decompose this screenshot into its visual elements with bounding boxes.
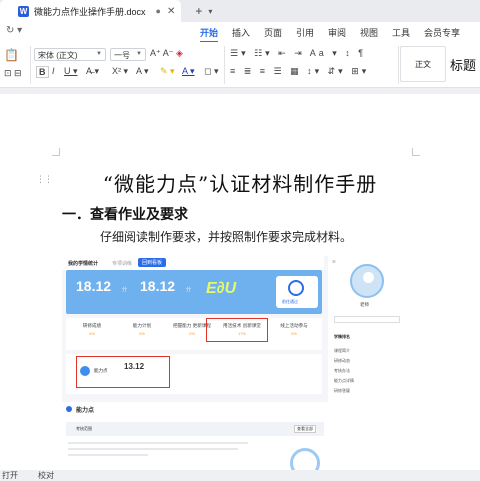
style-heading-label: 标题 (450, 58, 477, 74)
stat-value: 0% (291, 331, 297, 336)
banner-side-label: 前往通过 (282, 299, 298, 304)
new-tab-plus-icon[interactable]: + (195, 4, 202, 18)
sidebar-item: 课程简介 (334, 348, 350, 353)
stat-item: 研修成绩 0% (68, 323, 116, 336)
style-heading[interactable]: 标题 (450, 46, 480, 82)
stat-value: 0% (139, 331, 145, 336)
shot-button: 回到看板 (138, 258, 167, 267)
close-tab-icon[interactable]: ✕ (167, 6, 175, 17)
progress-ring-icon (290, 448, 320, 470)
font-size-select[interactable]: 一号 ▼ (110, 48, 146, 61)
banner-side-card: 前往通过 (276, 276, 318, 308)
sidebar-icon: ☰ (332, 259, 336, 264)
sidebar-item: 研修动态 (334, 358, 350, 363)
highlight-box-stat (206, 318, 268, 342)
font-size-value: 一号 (114, 51, 130, 60)
stat-item: 线上活动参与 0% (270, 323, 318, 336)
sidebar-name: 老师 (360, 302, 369, 307)
word-doc-icon: W (18, 5, 29, 17)
strikethrough-button[interactable]: A̶ ▾ (86, 66, 99, 77)
highlight-box-ability (76, 356, 170, 388)
italic-button[interactable]: I (52, 66, 55, 76)
shot-banner: 18.12 分 18.12 分 E∂U 前往通过 (66, 270, 322, 314)
ability-panel-title: 能力点 (76, 408, 95, 414)
shot-sidebar: ☰ 老师 学情排名 课程简介 研修动态 考核办法 能力点详情 研修答疑 (328, 256, 406, 470)
menu-review[interactable]: 审阅 (328, 26, 346, 39)
ability-panel: 能力点 考核范围 查看全部 (62, 402, 328, 470)
text-line (68, 454, 148, 456)
shading-icon[interactable]: ◻ ▾ (204, 66, 219, 77)
heading-1: 一．查看作业及要求 (62, 207, 188, 223)
sidebar-select (334, 316, 400, 323)
shot-stats: 研修成绩 0% 能力计划 0% 把握能力 更新课程 0% 用活技术 创新课堂 17% 线… (66, 318, 322, 350)
shot-header: 我的学情统计 专项训练 回到看板 (62, 256, 324, 270)
menu-member[interactable]: 会员专享 (424, 26, 460, 39)
text-effect-icon[interactable]: A ▾ (136, 66, 149, 77)
style-normal-label: 正文 (415, 59, 431, 69)
style-normal[interactable]: 正文 (400, 46, 446, 82)
menu-bar: ↻ ▾ 开始 插入 页面 引用 审阅 视图 工具 会员专享 (0, 22, 480, 43)
status-left[interactable]: 打开 (2, 470, 18, 481)
sidebar-item: 能力点详情 (334, 378, 354, 383)
status-proof[interactable]: 校对 (38, 470, 54, 481)
text-line (68, 442, 248, 444)
sidebar-item: 学情排名 (334, 334, 350, 339)
font-name-value: 宋体 (正文) (38, 51, 78, 60)
grow-font-icon[interactable]: A⁺ A⁻ (150, 48, 174, 59)
align-icons[interactable]: ≡ ≣ ≡ ☰ ▦ ↕▾ ⇵▾ ⊞▾ (230, 66, 369, 77)
stat-item: 能力计划 0% (118, 323, 166, 336)
underline-button[interactable]: U ▾ (64, 66, 78, 77)
sidebar-item: 研修答疑 (334, 388, 350, 393)
list-icons[interactable]: ☰▾ ☷▾ ⇤ ⇥ Aa ▾ ↕ ¶ (230, 48, 366, 59)
menu-reference[interactable]: 引用 (296, 26, 314, 39)
stat-value: 0% (89, 331, 95, 336)
banner-unit-1: 分 (122, 287, 128, 293)
text-line (68, 448, 238, 450)
paste-icon[interactable]: 📋 (4, 48, 19, 62)
stat-label: 线上活动参与 (280, 323, 308, 328)
document-tab-title: 微能力点作业操作手册.docx (34, 6, 146, 17)
shot-tab: 专项训练 (112, 261, 133, 267)
ability-panel-tabbar: 考核范围 查看全部 (66, 422, 324, 436)
font-color-icon[interactable]: A ▾ (182, 66, 195, 77)
menu-view[interactable]: 视图 (360, 26, 378, 39)
document-page[interactable]: ⋮⋮ “微能力点”认证材料制作手册 一．查看作业及要求 仔细阅读制作要求，并按照… (0, 94, 480, 470)
ability-panel-tab: 考核范围 (76, 426, 92, 431)
banner-number-1: 18.12 (76, 278, 112, 294)
highlight-icon[interactable]: ✎ ▾ (160, 66, 175, 77)
tab-list-chevron-icon[interactable]: ▾ (208, 7, 212, 16)
shot-title: 我的学情统计 (68, 261, 99, 267)
banner-logo: E∂U (206, 280, 237, 297)
clear-format-icon[interactable]: ◈ (176, 48, 183, 59)
format-painter-icon[interactable]: ⊡ ⊟ (4, 68, 22, 79)
ability-panel-button: 查看全部 (294, 425, 316, 433)
bold-button[interactable]: B (36, 66, 49, 78)
title-bar: W 微能力点作业操作手册.docx ● ✕ + ▾ (0, 0, 480, 22)
banner-ring-icon (288, 280, 304, 296)
embedded-screenshot[interactable]: 我的学情统计 专项训练 回到看板 18.12 分 18.12 分 E∂U 前往通… (62, 256, 406, 470)
document-area: ⋮⋮ “微能力点”认证材料制作手册 一．查看作业及要求 仔细阅读制作要求，并按照… (0, 88, 480, 470)
superscript-button[interactable]: X² ▾ (112, 66, 128, 77)
body-paragraph: 仔细阅读制作要求，并按照制作要求完成材料。 (100, 230, 353, 244)
menu-insert[interactable]: 插入 (232, 26, 250, 39)
stat-label: 研修成绩 (82, 323, 102, 328)
menu-page[interactable]: 页面 (264, 26, 282, 39)
menu-tools[interactable]: 工具 (392, 26, 410, 39)
banner-unit-2: 分 (186, 287, 192, 293)
status-bar: 打开 校对 (0, 470, 480, 480)
redo-icon[interactable]: ↻ ▾ (6, 25, 22, 36)
sidebar-item: 考核办法 (334, 368, 350, 373)
document-tab[interactable]: W 微能力点作业操作手册.docx ● ✕ (0, 0, 182, 22)
stat-label: 能力计划 (132, 323, 152, 328)
font-name-select[interactable]: 宋体 (正文) ▼ (34, 48, 106, 61)
menu-home[interactable]: 开始 (200, 26, 219, 43)
ability-panel-icon (66, 406, 72, 412)
document-title: “微能力点”认证材料制作手册 (102, 172, 378, 196)
banner-number-2: 18.12 (140, 278, 176, 294)
tab-status-dot-icon: ● (155, 6, 161, 16)
avatar (350, 264, 384, 298)
